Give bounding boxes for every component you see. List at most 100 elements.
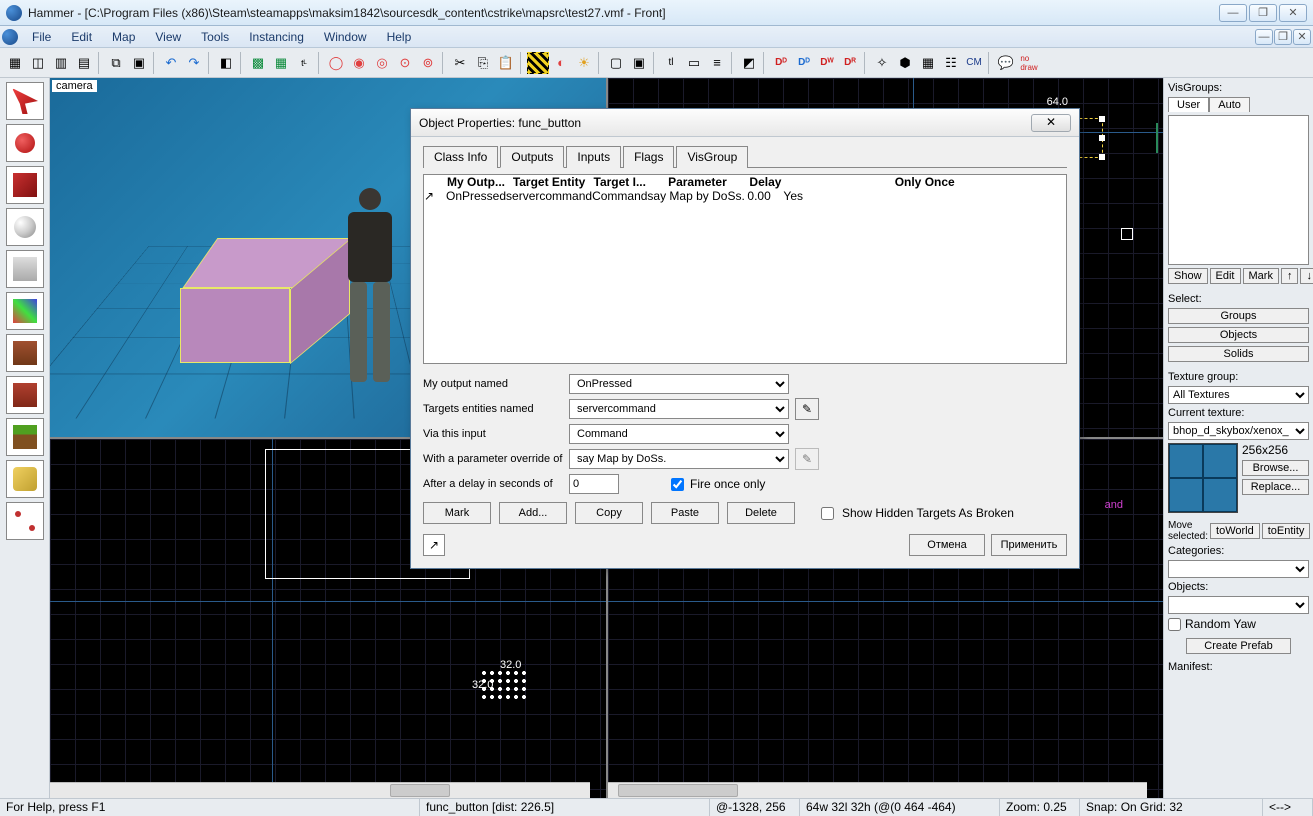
tool-sel1-icon[interactable]: ◯ xyxy=(325,52,347,74)
tool-layers-icon[interactable]: ☷ xyxy=(940,52,962,74)
menu-window[interactable]: Window xyxy=(314,28,377,46)
paste-button[interactable]: Paste xyxy=(651,502,719,524)
random-yaw-checkbox[interactable] xyxy=(1168,618,1181,631)
texture-tool[interactable] xyxy=(6,292,44,330)
texture-browse-button[interactable]: Browse... xyxy=(1242,460,1309,476)
vertex-tool[interactable] xyxy=(6,502,44,540)
menu-help[interactable]: Help xyxy=(377,28,422,46)
viewport-side-scrollbar[interactable] xyxy=(608,782,1148,798)
apply-button[interactable]: Применить xyxy=(991,534,1067,556)
col-target[interactable]: Target Entity xyxy=(506,175,592,189)
tool-hex-icon[interactable]: ⬢ xyxy=(894,52,916,74)
outputs-table[interactable]: My Outp... Target Entity Target I... Par… xyxy=(423,174,1067,364)
decal-tool[interactable] xyxy=(6,376,44,414)
tool-tex-icon[interactable]: ▩ xyxy=(247,52,269,74)
tool-tex2-icon[interactable]: ▦ xyxy=(917,52,939,74)
tab-visgroup[interactable]: VisGroup xyxy=(676,146,748,168)
show-hidden-checkbox[interactable] xyxy=(821,507,834,520)
col-icon[interactable] xyxy=(424,175,446,189)
tool-flag-icon[interactable]: ◩ xyxy=(738,52,760,74)
entity-tool[interactable] xyxy=(6,208,44,246)
texture-replace-button[interactable]: Replace... xyxy=(1242,479,1309,495)
add-button[interactable]: Add... xyxy=(499,502,567,524)
visgroup-mark-button[interactable]: Mark xyxy=(1243,268,1279,284)
visgroup-show-button[interactable]: Show xyxy=(1168,268,1208,284)
create-prefab-button[interactable]: Create Prefab xyxy=(1186,638,1291,654)
tool-warn-icon[interactable] xyxy=(527,52,549,74)
overlay-tool[interactable] xyxy=(6,418,44,456)
tool-grid-large-icon[interactable]: ▤ xyxy=(73,52,95,74)
visgroup-edit-button[interactable]: Edit xyxy=(1210,268,1241,284)
tool-nodraw-icon[interactable]: nodraw xyxy=(1018,52,1040,74)
visgroup-list[interactable] xyxy=(1168,115,1309,265)
viewport-front-scrollbar[interactable] xyxy=(50,782,590,798)
tab-outputs[interactable]: Outputs xyxy=(500,146,564,168)
tool-cordon-icon[interactable]: ◧ xyxy=(215,52,237,74)
objects-select[interactable] xyxy=(1168,596,1309,614)
tool-dm2-icon[interactable]: Dᴰ xyxy=(793,52,815,74)
tool-align-icon[interactable]: ≡ xyxy=(706,52,728,74)
toentity-button[interactable]: toEntity xyxy=(1262,523,1311,539)
tool-undo-icon[interactable]: ↶ xyxy=(160,52,182,74)
tab-inputs[interactable]: Inputs xyxy=(566,146,621,168)
toworld-button[interactable]: toWorld xyxy=(1210,523,1260,539)
input-select[interactable]: Command xyxy=(569,424,789,444)
dialog-close-button[interactable]: ✕ xyxy=(1031,114,1071,132)
col-output[interactable]: My Outp... xyxy=(446,175,506,189)
tool-grid-small-icon[interactable]: ▥ xyxy=(50,52,72,74)
tool-texscale-icon[interactable]: tᴸ xyxy=(293,52,315,74)
tool-snap-icon[interactable]: ◫ xyxy=(27,52,49,74)
eyedropper-button[interactable]: ✎ xyxy=(795,398,819,420)
col-param[interactable]: Parameter xyxy=(647,175,747,189)
categories-select[interactable] xyxy=(1168,560,1309,578)
tool-box2-icon[interactable]: ▣ xyxy=(628,52,650,74)
mdi-minimize-button[interactable]: — xyxy=(1255,29,1273,45)
selection-tool[interactable] xyxy=(6,82,44,120)
minimize-button[interactable]: — xyxy=(1219,4,1247,22)
tool-light-icon[interactable]: ☀ xyxy=(573,52,595,74)
visgroup-tab-user[interactable]: User xyxy=(1168,97,1209,112)
tool-sel2-icon[interactable]: ◉ xyxy=(348,52,370,74)
mark-button[interactable]: Mark xyxy=(423,502,491,524)
visgroup-tab-auto[interactable]: Auto xyxy=(1209,97,1250,112)
scrollbar-v-marker[interactable] xyxy=(1156,123,1158,153)
tool-radius-icon[interactable]: ◐ xyxy=(550,52,572,74)
block-tool[interactable] xyxy=(6,250,44,288)
tool-copy-icon[interactable]: ⎘ xyxy=(472,52,494,74)
select-solids-button[interactable]: Solids xyxy=(1168,346,1309,362)
visgroup-down-button[interactable]: ↓ xyxy=(1300,268,1313,284)
output-row[interactable]: ↗ OnPressed servercommand Command say Ma… xyxy=(424,189,1066,203)
menu-map[interactable]: Map xyxy=(102,28,145,46)
clip-tool[interactable] xyxy=(6,460,44,498)
tool-texlock-icon[interactable]: ▦ xyxy=(270,52,292,74)
tool-cut-icon[interactable]: ✂ xyxy=(449,52,471,74)
menu-instancing[interactable]: Instancing xyxy=(239,28,314,46)
apply-tex-tool[interactable] xyxy=(6,334,44,372)
camera-tool[interactable] xyxy=(6,166,44,204)
col-once[interactable]: Only Once xyxy=(783,175,1066,189)
menu-file[interactable]: File xyxy=(22,28,61,46)
mdi-restore-button[interactable]: ❐ xyxy=(1274,29,1292,45)
close-button[interactable]: ✕ xyxy=(1279,4,1307,22)
tab-class-info[interactable]: Class Info xyxy=(423,146,498,168)
col-delay[interactable]: Delay xyxy=(747,175,783,189)
output-select[interactable]: OnPressed xyxy=(569,374,789,394)
menu-tools[interactable]: Tools xyxy=(191,28,239,46)
delay-input[interactable] xyxy=(569,474,619,494)
tool-dm1-icon[interactable]: Dᴰ xyxy=(770,52,792,74)
current-texture-select[interactable]: bhop_d_skybox/xenox_ xyxy=(1168,422,1309,440)
texture-group-select[interactable]: All Textures xyxy=(1168,386,1309,404)
mdi-close-button[interactable]: ✕ xyxy=(1293,29,1311,45)
tool-dm3-icon[interactable]: Dᵂ xyxy=(816,52,838,74)
cancel-button[interactable]: Отмена xyxy=(909,534,985,556)
fire-once-checkbox[interactable] xyxy=(671,478,684,491)
tab-flags[interactable]: Flags xyxy=(623,146,674,168)
tool-carve-icon[interactable]: ⧉ xyxy=(105,52,127,74)
tool-sel3-icon[interactable]: ◎ xyxy=(371,52,393,74)
tool-tl-icon[interactable]: tl xyxy=(660,52,682,74)
param-select[interactable]: say Map by DoSs. xyxy=(569,449,789,469)
magnify-tool[interactable] xyxy=(6,124,44,162)
select-objects-button[interactable]: Objects xyxy=(1168,327,1309,343)
select-groups-button[interactable]: Groups xyxy=(1168,308,1309,324)
col-input[interactable]: Target I... xyxy=(592,175,647,189)
